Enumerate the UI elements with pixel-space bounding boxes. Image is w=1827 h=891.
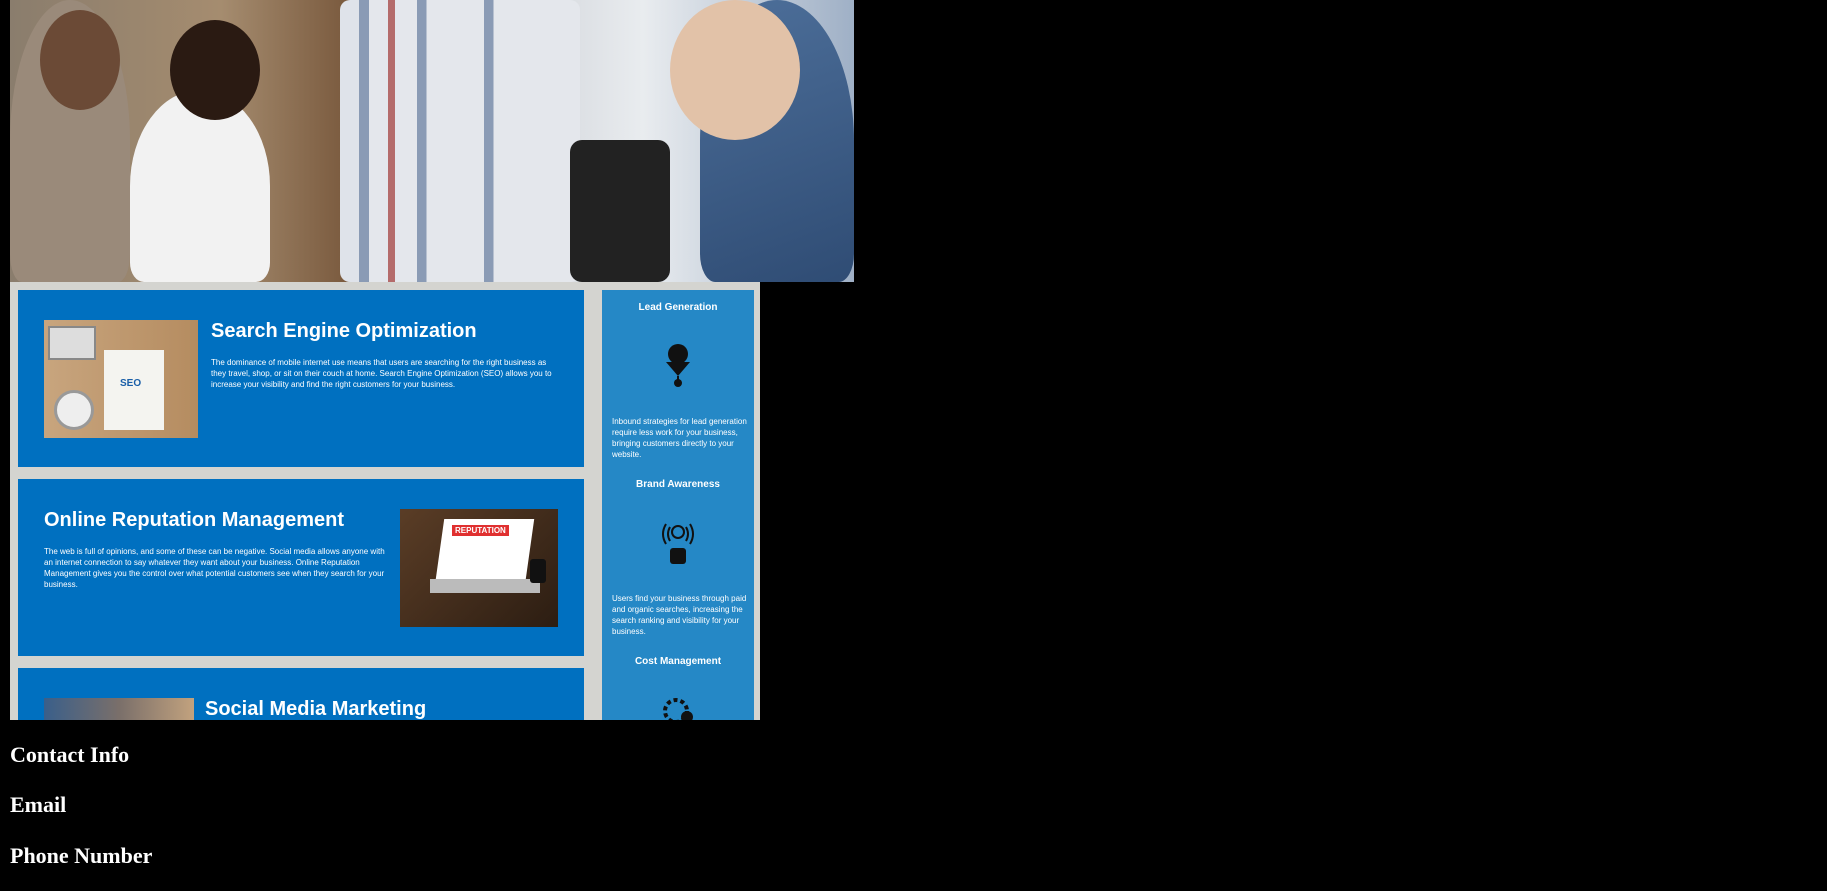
reputation-description: The web is full of opinions, and some of… <box>44 547 385 589</box>
brand-awareness-title: Brand Awareness <box>636 479 720 490</box>
social-title: Social Media Marketing <box>205 698 427 720</box>
brand-awareness-icon <box>662 523 694 564</box>
lead-gen-icon <box>666 344 690 387</box>
cost-management-icon <box>663 698 693 720</box>
hero-image <box>10 0 854 282</box>
email-heading: Email <box>10 792 67 817</box>
social-thumbnail <box>44 698 194 720</box>
seo-thumb-label: SEO <box>120 378 142 389</box>
cost-management-title: Cost Management <box>634 656 722 667</box>
services-section: SEO Search Engine Optimization The domin… <box>10 282 760 720</box>
benefits-sidebar: Lead Generation Inbound strategies for l… <box>602 290 754 720</box>
reputation-thumb-label: REPUTATION <box>452 525 509 536</box>
service-card-reputation: Online Reputation Management The web is … <box>18 479 584 656</box>
seo-thumbnail: SEO <box>44 320 198 438</box>
service-card-social: Social Media Marketing <box>18 668 584 720</box>
service-card-seo: SEO Search Engine Optimization The domin… <box>18 290 584 467</box>
seo-description: The dominance of mobile internet use mea… <box>211 358 552 389</box>
lead-generation-title: Lead Generation <box>638 302 718 313</box>
lead-generation-description: Inbound strategies for lead generation r… <box>612 417 747 459</box>
reputation-thumbnail: REPUTATION <box>400 509 558 627</box>
phone-number-heading: Phone Number <box>10 843 153 868</box>
reputation-title: Online Reputation Management <box>44 509 345 531</box>
seo-title: Search Engine Optimization <box>211 320 477 342</box>
brand-awareness-description: Users find your business through paid an… <box>612 594 747 636</box>
contact-info-heading: Contact Info <box>10 742 130 767</box>
